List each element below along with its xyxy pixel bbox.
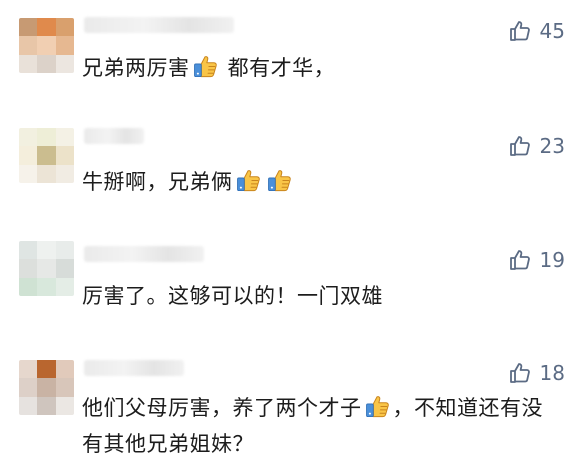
avatar-tile [55,18,74,37]
thumbs-up-icon [509,250,530,270]
comment-text: 牛掰啊，兄弟俩 [82,164,563,200]
like-count: 19 [539,248,565,272]
comment-text-part: 兄弟两厉害 [82,56,190,80]
thumbs-up-icon [509,363,530,383]
avatar-tile [55,146,74,165]
avatar-tile [19,360,38,379]
avatar-tile [37,54,56,73]
avatar-tile [55,396,74,415]
avatar-tile [37,259,56,278]
comment-text-part: 牛掰啊，兄弟俩 [82,170,233,194]
emoji-group [362,396,393,420]
comment-text-part: 都有才华， [220,56,336,80]
like-button[interactable]: 19 [508,246,565,274]
avatar-tile [55,164,74,183]
avatar-tile [37,277,56,296]
avatar-tile [55,378,74,397]
username-blurred[interactable] [84,17,234,33]
avatar-tile [55,128,74,147]
comment-text: 厉害了。这够可以的！一门双雄 [82,278,563,314]
avatar-tile [55,241,74,260]
avatar-tile [19,18,38,37]
thumbs-up-icon [509,21,530,41]
like-button[interactable]: 45 [508,17,565,45]
avatar-tile [19,164,38,183]
like-count: 45 [539,19,565,43]
emoji-group [190,56,221,80]
like-count: 23 [539,134,565,158]
avatar-tile [55,360,74,379]
like-button[interactable]: 18 [508,359,565,387]
avatar-tile [37,360,56,379]
like-count: 18 [539,361,565,385]
avatar-tile [37,128,56,147]
avatar-tile [55,36,74,55]
thumbs-up-emoji-icon [364,393,391,420]
avatar[interactable] [19,18,74,73]
comment-text: 兄弟两厉害 都有才华， [82,50,563,86]
avatar-tile [19,378,38,397]
avatar-tile [19,259,38,278]
avatar-tile [37,164,56,183]
comment-text: 他们父母厉害，养了两个才子 ，不知道还有没有其他兄弟姐妹？ [82,390,563,462]
thumbs-up-emoji-icon [266,167,293,194]
avatar-tile [37,396,56,415]
like-button[interactable]: 23 [508,132,565,160]
avatar-tile [19,146,38,165]
username-blurred[interactable] [84,128,144,144]
avatar-tile [19,277,38,296]
thumbs-up-emoji-icon [235,167,262,194]
avatar-tile [19,54,38,73]
avatar-tile [55,277,74,296]
avatar-tile [37,378,56,397]
avatar[interactable] [19,360,74,415]
thumbs-up-emoji-icon [192,53,219,80]
thumbs-up-icon [509,136,530,156]
comment-text-part: 厉害了。这够可以的！一门双雄 [82,284,383,308]
avatar[interactable] [19,241,74,296]
avatar-tile [37,36,56,55]
avatar-tile [19,128,38,147]
emoji-group [233,170,295,194]
avatar-tile [19,241,38,260]
avatar-tile [37,241,56,260]
avatar-tile [55,54,74,73]
avatar-tile [37,18,56,37]
avatar[interactable] [19,128,74,183]
avatar-tile [19,36,38,55]
avatar-tile [19,396,38,415]
username-blurred[interactable] [84,246,204,262]
comment-text-part: 他们父母厉害，养了两个才子 [82,396,362,420]
username-blurred[interactable] [84,360,184,376]
avatar-tile [55,259,74,278]
avatar-tile [37,146,56,165]
